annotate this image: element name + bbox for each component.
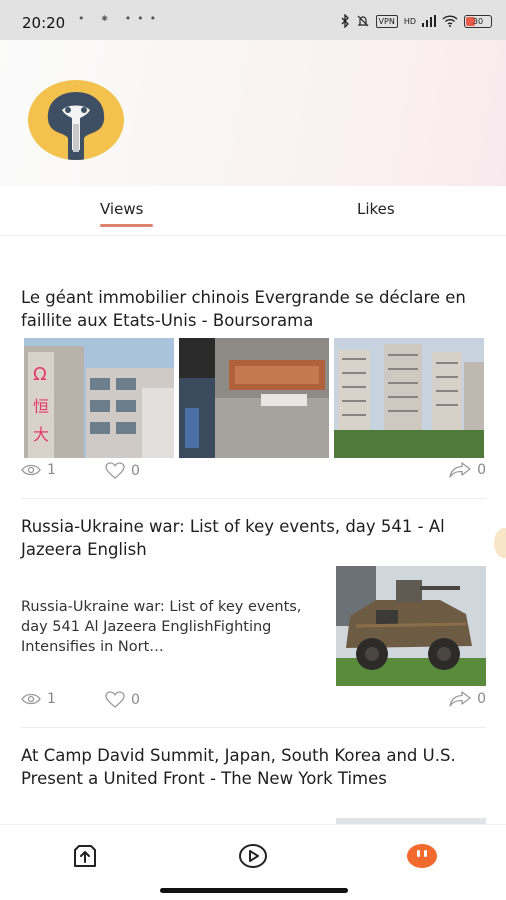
network-type: HD bbox=[403, 16, 416, 26]
likes-value: 0 bbox=[131, 463, 140, 479]
status-time: 20:20 bbox=[22, 14, 66, 32]
status-right-icons: VPN HD 30 bbox=[340, 14, 492, 28]
likes-value: 0 bbox=[131, 692, 140, 708]
profile-face-icon bbox=[407, 844, 437, 868]
tab-bar: Views Likes bbox=[0, 186, 506, 236]
article-image-1[interactable]: Ω 恒 大 bbox=[24, 338, 174, 458]
office-sign-photo-icon bbox=[179, 338, 329, 458]
armored-vehicle-photo-icon bbox=[336, 566, 486, 686]
shares-count[interactable]: 0 bbox=[449, 462, 486, 478]
tab-likes[interactable]: Likes bbox=[357, 200, 395, 218]
apartment-towers-photo-icon bbox=[334, 338, 484, 458]
article-stats: 1 0 0 bbox=[21, 691, 486, 711]
cobra-avatar-icon bbox=[47, 92, 105, 160]
divider bbox=[21, 727, 486, 728]
status-bar: 20:20 • ⁕ ••• VPN HD 30 bbox=[0, 0, 506, 40]
play-icon bbox=[239, 844, 267, 868]
article-title[interactable]: At Camp David Summit, Japan, South Korea… bbox=[21, 744, 486, 790]
eye-icon bbox=[21, 464, 41, 476]
active-tab-indicator bbox=[100, 224, 153, 227]
article-title[interactable]: Le géant immobilier chinois Evergrande s… bbox=[21, 286, 486, 332]
nav-upload[interactable] bbox=[70, 841, 100, 871]
article-image-3[interactable] bbox=[334, 338, 484, 458]
upload-icon bbox=[74, 845, 96, 867]
likes-count[interactable]: 0 bbox=[105, 691, 140, 709]
home-indicator[interactable] bbox=[160, 888, 348, 893]
wifi-icon bbox=[442, 15, 458, 27]
views-count: 1 bbox=[21, 462, 56, 478]
battery-level: 30 bbox=[472, 16, 484, 26]
likes-count[interactable]: 0 bbox=[105, 462, 140, 480]
heart-icon bbox=[105, 462, 125, 479]
signal-icon bbox=[422, 15, 436, 27]
share-icon bbox=[449, 691, 471, 707]
nav-profile[interactable] bbox=[406, 841, 437, 871]
article-image-2[interactable] bbox=[179, 338, 329, 458]
views-value: 1 bbox=[47, 691, 56, 707]
divider bbox=[21, 498, 486, 499]
article-image[interactable] bbox=[336, 566, 486, 686]
shares-value: 0 bbox=[477, 691, 486, 707]
nav-video[interactable] bbox=[238, 841, 268, 871]
bluetooth-icon bbox=[341, 14, 349, 28]
heart-icon bbox=[105, 691, 125, 708]
views-value: 1 bbox=[47, 462, 56, 478]
building-photo-icon: Ω 恒 大 bbox=[24, 338, 174, 458]
svg-text:大: 大 bbox=[33, 425, 49, 444]
battery-icon: 30 bbox=[464, 14, 492, 28]
shares-value: 0 bbox=[477, 462, 486, 478]
shares-count[interactable]: 0 bbox=[449, 691, 486, 707]
share-icon bbox=[449, 462, 471, 478]
article-title[interactable]: Russia-Ukraine war: List of key events, … bbox=[21, 515, 486, 561]
article-stats: 1 0 0 bbox=[21, 462, 486, 482]
vpn-badge: VPN bbox=[375, 14, 398, 28]
svg-text:恒: 恒 bbox=[33, 397, 49, 416]
notification-icons: • ⁕ ••• bbox=[78, 12, 163, 25]
tab-views[interactable]: Views bbox=[100, 200, 143, 218]
article-snippet[interactable]: Russia-Ukraine war: List of key events, … bbox=[21, 597, 331, 657]
views-count: 1 bbox=[21, 691, 56, 707]
eye-icon bbox=[21, 693, 41, 705]
article-feed[interactable]: Le géant immobilier chinois Evergrande s… bbox=[0, 236, 506, 824]
profile-avatar[interactable] bbox=[28, 80, 124, 160]
svg-text:Ω: Ω bbox=[33, 364, 47, 385]
mute-icon bbox=[357, 15, 368, 27]
